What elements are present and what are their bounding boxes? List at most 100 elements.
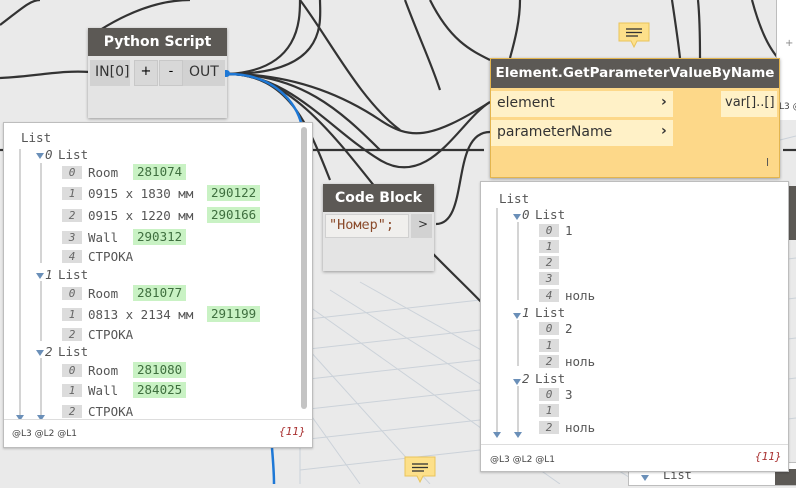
gp-watch-group1-label: List	[535, 305, 566, 320]
get-parameter-output-label: var[]..[]	[725, 95, 775, 110]
code-block-out-port-label: >	[418, 217, 429, 231]
code-block-code: "Номер";	[329, 217, 395, 233]
element-input-label: element	[497, 95, 555, 111]
partial-node-right-top-icon: +	[785, 38, 794, 49]
python-watch-group1-index: 1	[45, 267, 53, 282]
python-watch-group0-toggle[interactable]	[36, 153, 44, 159]
gp-watch-row-index: 2	[539, 421, 559, 434]
gp-watch-row-index: 4	[539, 289, 559, 302]
python-watch-row-id[interactable]: 291199	[207, 306, 261, 322]
code-block-editor[interactable]: "Номер";	[325, 214, 409, 238]
get-parameter-watch-preview[interactable]: List 0 List 0 1 1 2 3 4 ноль 1 List 0 2 …	[480, 181, 789, 472]
get-parameter-watch-tree-lines	[493, 208, 522, 438]
gp-watch-row-index: 2	[539, 355, 559, 368]
gp-watch-group0-label: List	[535, 207, 566, 222]
lacing-indicator: l	[766, 156, 770, 169]
python-watch-scrollbar[interactable]	[301, 127, 307, 409]
get-parameter-watch-count: {11}	[755, 450, 782, 463]
parameter-name-input-port[interactable]: parameterName ›	[491, 120, 673, 146]
gp-watch-row-index: 0	[539, 224, 559, 237]
python-watch-row-index: 2	[62, 328, 82, 341]
python-watch-group1-label: List	[58, 267, 89, 282]
python-watch-row-value: СТРОКА	[88, 249, 134, 264]
python-watch-footer: @L3 @L2 @L1 {11}	[4, 419, 312, 447]
python-script-node[interactable]: Python Script IN[0] + - OUT	[88, 28, 230, 118]
gp-watch-row-index: 0	[539, 322, 559, 335]
python-out-port[interactable]: OUT	[183, 60, 225, 86]
gp-watch-group2-label: List	[535, 371, 566, 386]
python-watch-row-id[interactable]: 290166	[207, 207, 261, 223]
gp-watch-row-value: 2	[565, 321, 573, 336]
python-watch-row-value: Room	[88, 286, 119, 301]
python-watch-group2-toggle[interactable]	[36, 350, 44, 356]
python-watch-row-index: 2	[62, 405, 82, 418]
python-watch-row-value: 0915 x 1830 мм	[88, 186, 194, 201]
python-watch-group1-toggle[interactable]	[36, 273, 44, 279]
get-parameter-watch-levels: @L3 @L2 @L1	[490, 455, 555, 465]
partial-node-right-bottom-triangle	[641, 475, 649, 481]
python-watch-row-index: 0	[62, 364, 82, 377]
partial-node-right-top-levels: L3 @L2	[779, 102, 796, 112]
python-watch-group0-label: List	[58, 147, 89, 162]
parameter-name-input-label: parameterName	[497, 124, 613, 140]
python-watch-group2-label: List	[58, 344, 89, 359]
get-parameter-node[interactable]: Element.GetParameterValueByName element …	[490, 58, 780, 178]
code-block-node[interactable]: Code Block "Номер"; >	[323, 184, 434, 271]
python-watch-row-index: 0	[62, 166, 82, 179]
remove-input-button[interactable]: -	[159, 60, 183, 86]
python-out-port-label: OUT	[189, 64, 219, 80]
python-watch-row-index: 1	[62, 308, 82, 321]
python-watch-row-id[interactable]: 281074	[133, 164, 187, 180]
code-block-title[interactable]: Code Block	[323, 184, 434, 212]
python-watch-row-value: Wall	[88, 230, 119, 245]
gp-watch-row-value: ноль	[565, 288, 596, 303]
gp-watch-row-value: 3	[565, 387, 573, 402]
gp-watch-group1-toggle[interactable]	[513, 313, 521, 319]
element-input-chevron-icon: ›	[661, 94, 667, 110]
get-parameter-output-port[interactable]: var[]..[]	[721, 91, 777, 117]
python-watch-row-index: 0	[62, 287, 82, 300]
python-watch-row-id[interactable]: 281080	[133, 362, 187, 378]
python-watch-root: List	[21, 130, 52, 145]
gp-watch-row-value: 1	[565, 223, 573, 238]
python-watch-preview[interactable]: List 0 List 0 Room 281074 1 0915 x 1830 …	[3, 122, 313, 448]
gp-watch-group0-toggle[interactable]	[513, 214, 521, 220]
python-watch-row-index: 3	[62, 231, 82, 244]
python-watch-row-id[interactable]: 284025	[133, 382, 187, 398]
python-watch-row-index: 2	[62, 209, 82, 222]
python-watch-group0-index: 0	[45, 147, 53, 162]
note-icon-bottom[interactable]	[404, 456, 436, 484]
python-watch-count: {11}	[279, 425, 306, 438]
element-input-port[interactable]: element ›	[491, 91, 673, 117]
gp-watch-group0-index: 0	[522, 207, 530, 222]
gp-watch-group2-toggle[interactable]	[513, 379, 521, 385]
python-script-title[interactable]: Python Script	[88, 28, 227, 56]
gp-watch-row-index: 0	[539, 388, 559, 401]
gp-watch-row-index: 3	[539, 272, 559, 285]
gp-watch-row-index: 1	[539, 404, 559, 417]
python-watch-row-index: 4	[62, 250, 82, 263]
get-parameter-title[interactable]: Element.GetParameterValueByName	[491, 59, 779, 88]
python-watch-row-value: Room	[88, 363, 119, 378]
python-watch-row-value: Room	[88, 165, 119, 180]
gp-watch-row-index: 1	[539, 240, 559, 253]
python-watch-row-value: СТРОКА	[88, 327, 134, 342]
add-input-button[interactable]: +	[134, 60, 158, 86]
gp-watch-row-value: ноль	[565, 354, 596, 369]
python-watch-row-id[interactable]: 290312	[133, 229, 187, 245]
python-watch-row-value: 0813 x 2134 мм	[88, 307, 194, 322]
python-in-port-label: IN[0]	[95, 64, 130, 80]
gp-watch-row-value: ноль	[565, 420, 596, 435]
note-icon-top[interactable]	[618, 22, 650, 49]
python-watch-levels: @L3 @L2 @L1	[12, 429, 77, 439]
gp-watch-group2-index: 2	[522, 371, 530, 386]
gp-watch-group1-index: 1	[522, 305, 530, 320]
python-watch-row-value: 0915 x 1220 мм	[88, 208, 194, 223]
code-block-out-port[interactable]: >	[411, 214, 432, 238]
python-watch-row-id[interactable]: 281077	[133, 285, 187, 301]
python-watch-row-index: 1	[62, 187, 82, 200]
get-parameter-watch-root: List	[499, 191, 530, 206]
python-watch-row-id[interactable]: 290122	[207, 185, 261, 201]
python-in-port[interactable]: IN[0]	[90, 60, 130, 86]
gp-watch-row-index: 2	[539, 256, 559, 269]
